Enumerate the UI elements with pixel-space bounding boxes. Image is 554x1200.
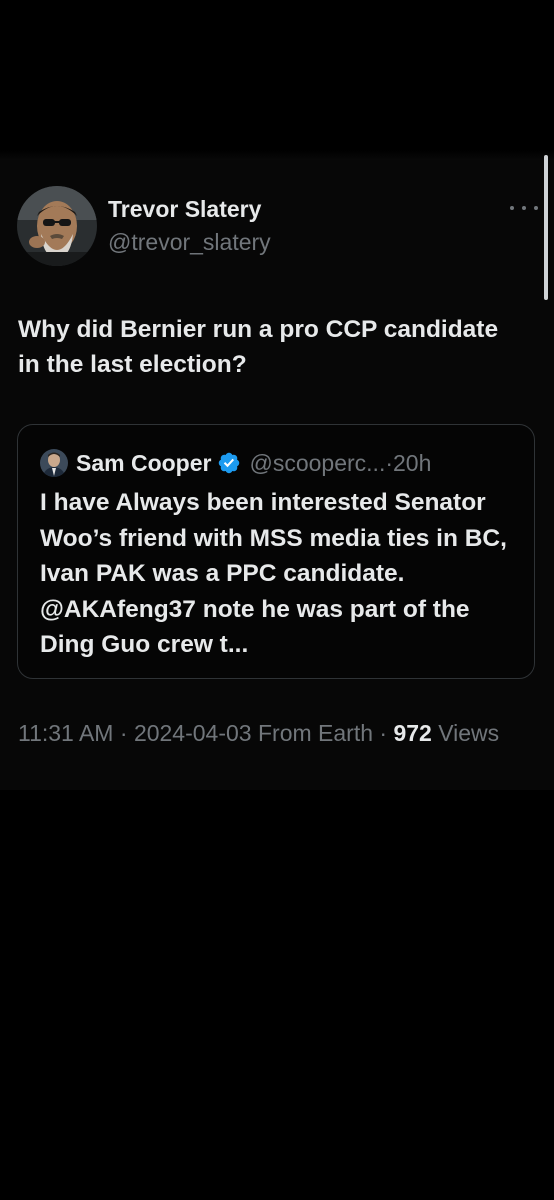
views-label: Views (438, 720, 500, 746)
quoted-separator: · (385, 449, 393, 476)
quoted-tweet-header: Sam Cooper @scooperc... · 20h (76, 447, 431, 479)
tweet-text: Why did Bernier run a pro CCP candidate … (18, 316, 499, 378)
author-avatar[interactable] (17, 186, 97, 266)
meta-separator: · (119, 720, 128, 746)
quoted-author-name[interactable]: Sam Cooper (76, 450, 211, 477)
quoted-author-avatar[interactable] (40, 449, 68, 477)
more-dot (534, 206, 538, 210)
tweet-time[interactable]: 11:31 AM (18, 720, 113, 746)
quoted-author-handle[interactable]: @scooperc... (249, 450, 385, 477)
author-display-name[interactable]: Trevor Slatery (108, 196, 261, 223)
quoted-tweet-text: I have Always been interested Senator Wo… (40, 489, 507, 658)
verified-badge-icon (217, 451, 241, 475)
tweet-meta: 11:31 AM · 2024-04-03 From Earth · 972 V… (18, 716, 528, 750)
tweet-source: From Earth (257, 720, 374, 746)
more-dot (510, 206, 514, 210)
quoted-avatar-image (40, 449, 68, 477)
meta-separator: · (379, 720, 388, 746)
tweet-date[interactable]: 2024-04-03 (134, 720, 252, 746)
more-horizontal-icon[interactable] (510, 201, 538, 215)
quoted-timestamp[interactable]: 20h (393, 450, 431, 477)
more-dot (522, 206, 526, 210)
views-count: 972 (393, 720, 432, 746)
author-handle[interactable]: @trevor_slatery (108, 229, 271, 256)
scrollbar[interactable] (544, 155, 548, 300)
author-avatar-image (17, 186, 97, 266)
quoted-tweet-card[interactable]: Sam Cooper @scooperc... · 20h I have Alw… (17, 424, 535, 679)
